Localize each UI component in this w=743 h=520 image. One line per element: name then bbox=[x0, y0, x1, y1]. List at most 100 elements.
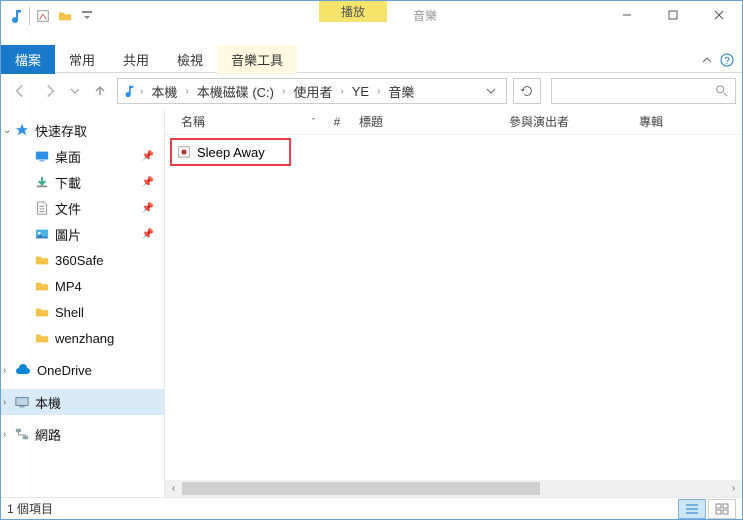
tab-view[interactable]: 檢視 bbox=[163, 45, 217, 74]
sidebar-item-label: 圖片 bbox=[55, 225, 81, 244]
location-icon bbox=[122, 84, 136, 98]
sidebar-item-label: 桌面 bbox=[55, 147, 81, 166]
tab-home[interactable]: 常用 bbox=[55, 45, 109, 74]
contextual-tab-group: 播放 bbox=[319, 1, 387, 22]
separator bbox=[29, 7, 30, 25]
crumb-user[interactable]: YE bbox=[348, 82, 373, 101]
qat-customize-button[interactable] bbox=[76, 5, 98, 27]
sidebar-item-label: 下載 bbox=[55, 173, 81, 192]
crumb-drive[interactable]: 本機磁碟 (C:) bbox=[193, 80, 278, 103]
column-artist[interactable]: 參與演出者 bbox=[501, 109, 631, 134]
chevron-right-icon[interactable]: › bbox=[138, 86, 145, 97]
folder-icon bbox=[35, 305, 49, 319]
expand-icon[interactable]: › bbox=[3, 365, 6, 376]
refresh-button[interactable] bbox=[513, 78, 541, 104]
sidebar-item-label: 本機 bbox=[35, 393, 61, 412]
content-pane: 名稱 ˆ # 標題 參與演出者 專輯 Sleep Away ‹ › bbox=[165, 109, 742, 497]
desktop-icon bbox=[35, 149, 49, 163]
chevron-right-icon[interactable]: › bbox=[375, 86, 382, 97]
network-icon bbox=[15, 427, 29, 441]
sidebar-item-label: 文件 bbox=[55, 199, 81, 218]
address-bar[interactable]: › 本機 › 本機磁碟 (C:) › 使用者 › YE › 音樂 bbox=[117, 78, 507, 104]
file-list[interactable]: Sleep Away bbox=[165, 135, 742, 480]
title-bar: 播放 音樂 bbox=[1, 1, 742, 47]
history-dropdown-button[interactable] bbox=[67, 78, 83, 104]
scroll-track[interactable] bbox=[182, 480, 725, 497]
pin-icon: 📌 bbox=[142, 229, 154, 240]
pin-icon: 📌 bbox=[142, 203, 154, 214]
back-button[interactable] bbox=[7, 78, 33, 104]
column-album[interactable]: 專輯 bbox=[631, 109, 742, 134]
navigation-pane: ⌄ 快速存取 桌面 📌 下載 📌 文件 📌 圖片 bbox=[1, 109, 165, 497]
sidebar-360safe[interactable]: 360Safe bbox=[1, 247, 164, 273]
chevron-right-icon[interactable]: › bbox=[280, 86, 287, 97]
svg-text:?: ? bbox=[724, 56, 730, 67]
sidebar-item-label: 快速存取 bbox=[35, 121, 87, 140]
qat-properties-button[interactable] bbox=[32, 5, 54, 27]
column-number[interactable]: # bbox=[323, 111, 351, 133]
sidebar-network[interactable]: › 網路 bbox=[1, 421, 164, 447]
folder-icon bbox=[35, 279, 49, 293]
ribbon-tabs: 檔案 常用 共用 檢視 音樂工具 ? bbox=[1, 47, 742, 73]
expand-icon[interactable]: › bbox=[3, 429, 6, 440]
sidebar-shell[interactable]: Shell bbox=[1, 299, 164, 325]
tab-music-tools[interactable]: 音樂工具 bbox=[217, 45, 297, 74]
sidebar-item-label: Shell bbox=[55, 305, 84, 320]
pc-icon bbox=[15, 395, 29, 409]
sidebar-wenzhang[interactable]: wenzhang bbox=[1, 325, 164, 351]
scroll-thumb[interactable] bbox=[182, 482, 540, 495]
search-input[interactable] bbox=[551, 78, 736, 104]
pictures-icon bbox=[35, 227, 49, 241]
chevron-right-icon[interactable]: › bbox=[338, 86, 345, 97]
sidebar-onedrive[interactable]: › OneDrive bbox=[1, 357, 164, 383]
address-dropdown-button[interactable] bbox=[480, 84, 502, 98]
ribbon-expand-button[interactable] bbox=[702, 55, 712, 65]
sidebar-desktop[interactable]: 桌面 📌 bbox=[1, 143, 164, 169]
status-item-count: 1 個項目 bbox=[7, 500, 53, 517]
close-button[interactable] bbox=[696, 1, 742, 29]
horizontal-scrollbar[interactable]: ‹ › bbox=[165, 480, 742, 497]
column-title[interactable]: 標題 bbox=[351, 109, 501, 134]
sidebar-mp4[interactable]: MP4 bbox=[1, 273, 164, 299]
tab-file[interactable]: 檔案 bbox=[1, 45, 55, 74]
folder-icon bbox=[35, 331, 49, 345]
column-name[interactable]: 名稱 ˆ bbox=[173, 109, 323, 134]
sidebar-pictures[interactable]: 圖片 📌 bbox=[1, 221, 164, 247]
scroll-right-button[interactable]: › bbox=[725, 480, 742, 497]
expand-icon[interactable]: › bbox=[3, 397, 6, 408]
view-large-icons-button[interactable] bbox=[708, 499, 736, 519]
crumb-users[interactable]: 使用者 bbox=[289, 80, 336, 103]
search-icon bbox=[715, 84, 729, 98]
up-button[interactable] bbox=[87, 78, 113, 104]
pin-icon: 📌 bbox=[142, 151, 154, 162]
pin-icon: 📌 bbox=[142, 177, 154, 188]
sidebar-quick-access[interactable]: ⌄ 快速存取 bbox=[1, 117, 164, 143]
collapse-icon[interactable]: ⌄ bbox=[3, 125, 11, 136]
document-icon bbox=[35, 201, 49, 215]
sidebar-item-label: wenzhang bbox=[55, 331, 114, 346]
tab-share[interactable]: 共用 bbox=[109, 45, 163, 74]
minimize-button[interactable] bbox=[604, 1, 650, 29]
sidebar-item-label: 網路 bbox=[35, 425, 61, 444]
crumb-music[interactable]: 音樂 bbox=[384, 80, 418, 103]
chevron-right-icon[interactable]: › bbox=[183, 86, 190, 97]
audio-file-icon bbox=[177, 145, 191, 159]
status-bar: 1 個項目 bbox=[1, 497, 742, 519]
forward-button[interactable] bbox=[37, 78, 63, 104]
scroll-left-button[interactable]: ‹ bbox=[165, 480, 182, 497]
help-button[interactable]: ? bbox=[720, 53, 734, 67]
star-icon bbox=[15, 123, 29, 137]
sidebar-item-label: MP4 bbox=[55, 279, 82, 294]
sidebar-documents[interactable]: 文件 📌 bbox=[1, 195, 164, 221]
file-item[interactable]: Sleep Away bbox=[173, 141, 288, 163]
maximize-button[interactable] bbox=[650, 1, 696, 29]
qat-folder-button[interactable] bbox=[54, 5, 76, 27]
sidebar-downloads[interactable]: 下載 📌 bbox=[1, 169, 164, 195]
download-icon bbox=[35, 175, 49, 189]
crumb-pc[interactable]: 本機 bbox=[147, 80, 181, 103]
column-name-label: 名稱 bbox=[181, 113, 205, 130]
sidebar-this-pc[interactable]: › 本機 bbox=[1, 389, 164, 415]
main-area: ⌄ 快速存取 桌面 📌 下載 📌 文件 📌 圖片 bbox=[1, 109, 742, 497]
view-details-button[interactable] bbox=[678, 499, 706, 519]
file-name-label: Sleep Away bbox=[197, 145, 265, 160]
